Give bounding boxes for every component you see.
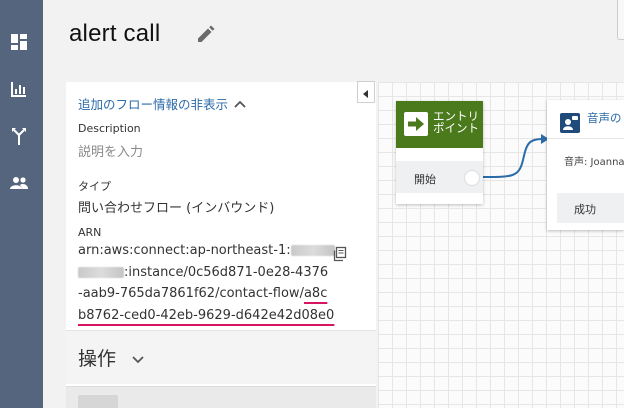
collapse-panel-button[interactable]	[357, 81, 375, 103]
sidebar-nav	[0, 0, 43, 408]
redacted-account-id	[78, 266, 124, 278]
arn-line-3-highlight: a8c	[303, 286, 328, 301]
chevron-down-icon	[132, 347, 144, 369]
metrics-icon[interactable]	[10, 80, 28, 98]
entry-start-label: 開始	[414, 173, 436, 186]
arn-value: arn:aws:connect:ap-northeast-1: :instanc…	[78, 240, 348, 326]
output-port[interactable]	[464, 170, 480, 186]
arn-line-4: b8762-ced0-42eb-9629-d642e42d08e0	[78, 307, 335, 323]
actions-section-header[interactable]: 操作	[66, 330, 376, 384]
header-overflow-box	[617, 0, 624, 40]
set-voice-header: 音声の	[547, 100, 624, 139]
hide-flow-info-toggle[interactable]: 追加のフロー情報の非表示	[78, 94, 246, 113]
description-field[interactable]: 説明を入力	[78, 141, 143, 160]
entry-point-header: エントリポイント	[396, 101, 483, 148]
type-value: 問い合わせフロー (インバウンド)	[78, 201, 275, 216]
redacted-account-id	[290, 245, 335, 256]
pencil-icon[interactable]	[195, 25, 217, 47]
entry-point-title: エントリポイント	[433, 109, 479, 135]
success-label: 成功	[574, 203, 596, 216]
entry-start-branch: 開始	[396, 161, 483, 193]
arn-label: ARN	[78, 226, 102, 239]
page-header: alert call	[43, 0, 624, 82]
type-label: タイプ	[78, 180, 111, 193]
next-section-label	[78, 395, 118, 408]
users-icon[interactable]	[10, 174, 28, 192]
next-section-header[interactable]	[66, 386, 376, 408]
voice-setting-value: 音声: Joanna	[564, 157, 624, 168]
actions-label: 操作	[78, 348, 117, 370]
chevron-left-icon	[363, 83, 369, 102]
success-branch: 成功	[557, 193, 624, 223]
copy-icon[interactable]	[332, 246, 348, 262]
set-voice-block[interactable]: 音声の 音声: Joanna 成功	[547, 100, 624, 230]
hide-flow-info-label: 追加のフロー情報の非表示	[78, 97, 229, 112]
chevron-up-icon	[234, 96, 246, 111]
arn-line-3: -aab9-765da7861f62/contact-flow/	[78, 286, 304, 301]
flow-connector-arrow	[483, 134, 549, 178]
flow-info-panel: 追加のフロー情報の非表示 Description 説明を入力 タイプ 問い合わせ…	[66, 82, 376, 408]
set-voice-title: 音声の	[587, 111, 622, 125]
routing-icon[interactable]	[10, 127, 28, 145]
entry-point-block[interactable]: エントリポイント 開始	[396, 101, 483, 204]
dashboard-icon[interactable]	[10, 33, 28, 51]
flow-info-section: 追加のフロー情報の非表示 Description 説明を入力 タイプ 問い合わせ…	[66, 82, 376, 330]
voice-agent-icon	[560, 113, 580, 133]
arn-line-1: arn:aws:connect:ap-northeast-1:	[78, 243, 291, 258]
entry-arrow-icon	[404, 112, 428, 136]
arn-line-2: :instance/0c56d871-0e28-4376	[124, 264, 329, 280]
description-label: Description	[78, 122, 141, 135]
page-title: alert call	[69, 20, 161, 47]
